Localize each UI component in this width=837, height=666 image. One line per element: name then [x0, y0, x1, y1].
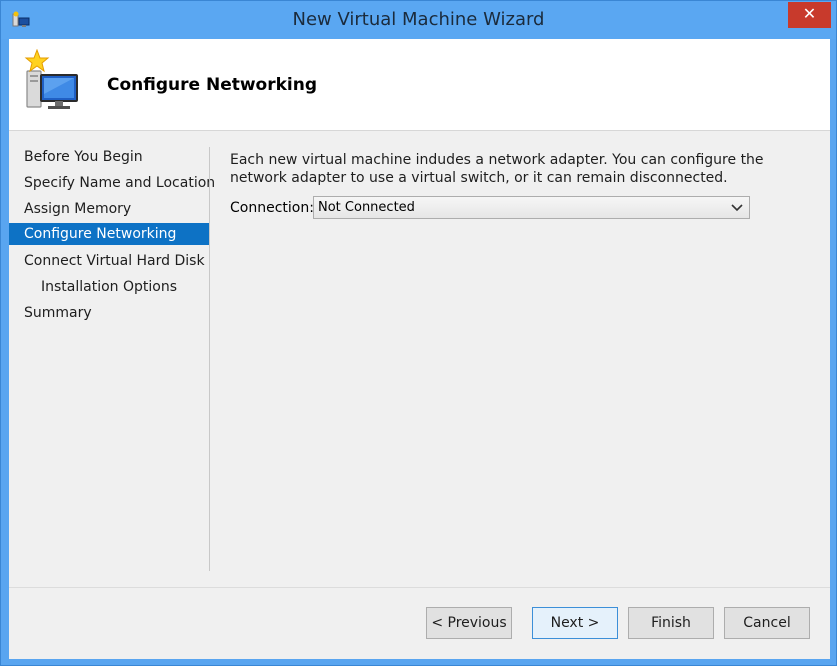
nav-item-summary[interactable]: Summary — [9, 301, 209, 327]
nav-item-specify-name-location[interactable]: Specify Name and Location — [9, 171, 215, 197]
description-text: Each new virtual machine indudes a netwo… — [230, 152, 764, 186]
next-button[interactable]: Next > — [532, 607, 618, 639]
close-button[interactable]: ✕ — [788, 2, 831, 28]
chevron-down-icon — [731, 204, 743, 212]
nav-item-assign-memory[interactable]: Assign Memory — [9, 197, 209, 223]
connection-selected-value: Not Connected — [318, 200, 415, 215]
nav-item-installation-options[interactable]: Installation Options — [9, 275, 209, 301]
wizard-client-area: Configure Networking Before You Begin Sp… — [9, 39, 830, 659]
wizard-header: Configure Networking — [9, 39, 830, 131]
page-title: Configure Networking — [107, 75, 318, 95]
title-bar[interactable]: New Virtual Machine Wizard ✕ — [1, 1, 836, 39]
nav-divider — [209, 147, 210, 571]
nav-item-before-you-begin[interactable]: Before You Begin — [9, 145, 209, 171]
connection-dropdown[interactable]: Not Connected — [313, 196, 750, 219]
finish-button[interactable]: Finish — [628, 607, 714, 639]
nav-item-connect-virtual-hard-disk[interactable]: Connect Virtual Hard Disk — [9, 249, 209, 275]
new-vm-wizard-icon — [24, 49, 78, 109]
window-title: New Virtual Machine Wizard — [292, 9, 545, 30]
wizard-steps-nav: Before You Begin Specify Name and Locati… — [9, 145, 215, 327]
cancel-button[interactable]: Cancel — [724, 607, 810, 639]
connection-row: Connection: Not Connected — [230, 196, 810, 220]
nav-item-configure-networking[interactable]: Configure Networking — [9, 223, 209, 245]
connection-label: Connection: — [230, 200, 314, 216]
footer-divider — [9, 587, 830, 588]
content-panel: Each new virtual machine indudes a netwo… — [230, 151, 810, 219]
previous-button[interactable]: < Previous — [426, 607, 512, 639]
wizard-window: New Virtual Machine Wizard ✕ Configure N… — [0, 0, 837, 666]
